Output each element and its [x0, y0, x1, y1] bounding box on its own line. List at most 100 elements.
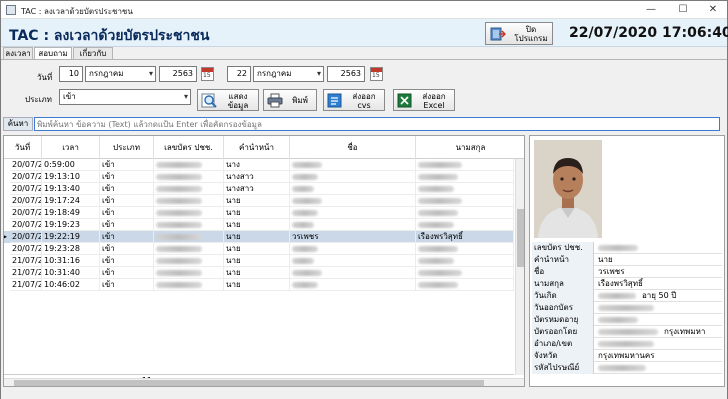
table-cell-first [290, 219, 416, 231]
table-row[interactable]: 20/07/256319:18:49เข้า นาย [4, 207, 514, 219]
from-day-field[interactable]: 10 [59, 66, 83, 82]
table-cell-type: เข้า [100, 207, 154, 219]
table-cell-id [154, 219, 224, 231]
table-cell-type: เข้า [100, 279, 154, 291]
window-title: TAC : ลงเวลาด้วยบัตรประชาชน [21, 7, 133, 16]
redacted-value [598, 245, 638, 251]
table-cell-first [290, 207, 416, 219]
redacted-value [418, 210, 458, 216]
column-header-prefix[interactable]: คำนำหน้า [224, 136, 290, 159]
table-cell-id [154, 159, 224, 171]
from-month-value: กรกฎาคม [89, 69, 124, 78]
type-select[interactable]: เข้า ▾ [59, 89, 191, 105]
table-row[interactable]: 20/07/256319:13:10เข้า นางสาว [4, 171, 514, 183]
detail-row: อำเภอ/เขต [532, 338, 722, 350]
to-month-select[interactable]: กรกฎาคม ▾ [253, 66, 324, 82]
table-cell-date: 20/07/2563 [10, 159, 42, 171]
window-titlebar[interactable]: TAC : ลงเวลาด้วยบัตรประชาชน — ☐ ✕ [1, 1, 727, 19]
maximize-button[interactable]: ☐ [668, 1, 698, 19]
detail-value [596, 314, 722, 326]
column-header-lastname[interactable]: นามสกุล [416, 136, 524, 159]
table-cell-prefix: นาย [224, 207, 290, 219]
table-row[interactable]: 21/07/256310:46:02เข้า นาย [4, 279, 514, 291]
column-header-firstname[interactable]: ชื่อ [290, 136, 416, 159]
to-day-field[interactable]: 22 [227, 66, 251, 82]
column-header-time[interactable]: เวลา [42, 136, 100, 159]
row-pointer-icon: ▸ [3, 232, 8, 241]
table-cell-date: 20/07/2563 [10, 219, 42, 231]
to-year-field[interactable]: 2563 [327, 66, 365, 82]
table-cell-id [154, 243, 224, 255]
table-row[interactable]: 21/07/256310:31:40เข้า นาย [4, 267, 514, 279]
table-row[interactable]: ▸20/07/256319:22:19เข้า นายวรเพชรเรืองพรว… [4, 231, 514, 243]
tab-about[interactable]: เกี่ยวกับ [73, 47, 113, 59]
redacted-value [292, 210, 318, 216]
close-program-button[interactable]: ปิด โปรแกรม [485, 22, 553, 45]
column-header-date[interactable]: วันที่ [4, 136, 42, 159]
detail-key: ชื่อ [532, 266, 594, 278]
export-excel-label: ส่งออก Excel [422, 92, 446, 110]
table-cell-prefix: นางสาว [224, 171, 290, 183]
minimize-button[interactable]: — [636, 1, 666, 19]
table-cell-date: 20/07/2563 [10, 183, 42, 195]
table-row[interactable]: 20/07/256319:19:23เข้า นาย [4, 219, 514, 231]
redacted-value [292, 258, 314, 264]
detail-value: กรุงเทพมหา [596, 326, 722, 338]
table-row[interactable]: 20/07/256319:13:40เข้า นางสาว [4, 183, 514, 195]
show-data-button[interactable]: แสดง ข้อมูล [197, 89, 259, 111]
calendar-icon[interactable]: 15 [201, 67, 214, 81]
table-cell-type: เข้า [100, 183, 154, 195]
magnifier-icon [201, 93, 217, 108]
table-cell-first [290, 183, 416, 195]
table-cell-first [290, 195, 416, 207]
table-cell-first [290, 243, 416, 255]
calendar-icon[interactable]: 15 [370, 67, 383, 81]
table-cell-time: 19:22:19 [42, 231, 100, 243]
table-row[interactable]: 21/07/256310:31:16เข้า นาย [4, 255, 514, 267]
date-label: วันที่ [37, 73, 53, 82]
detail-value: กรุงเทพมหานคร [598, 351, 655, 360]
detail-key: นามสกุล [532, 278, 594, 290]
table-cell-last [416, 243, 514, 255]
table-cell-date: 21/07/2563 [10, 267, 42, 279]
table-cell-prefix: นาย [224, 219, 290, 231]
printer-icon [267, 93, 283, 108]
close-program-label: ปิด โปรแกรม [514, 25, 548, 43]
table-row[interactable]: 20/07/256319:17:24เข้า นาย [4, 195, 514, 207]
export-excel-button[interactable]: ส่งออก Excel [393, 89, 455, 111]
detail-value-text: อายุ 50 ปี [642, 291, 677, 300]
chevron-down-icon: ▾ [316, 69, 321, 78]
redacted-value [156, 210, 202, 216]
table-cell-id [154, 231, 224, 243]
table-cell-id [154, 255, 224, 267]
from-month-select[interactable]: กรกฎาคม ▾ [85, 66, 156, 82]
horizontal-scrollbar[interactable] [4, 378, 524, 386]
table-cell-prefix: นาย [224, 243, 290, 255]
app-title: TAC : ลงเวลาด้วยบัตรประชาชน [9, 28, 210, 44]
table-cell-date: 21/07/2563 [10, 255, 42, 267]
table-header: วันที่ เวลา ประเภท เลขบัตร ปชช. คำนำหน้า… [4, 136, 524, 159]
redacted-value [598, 329, 658, 335]
table-row[interactable]: 20/07/25630:59:00เข้า นาง [4, 159, 514, 171]
print-button[interactable]: พิมพ์ [263, 89, 317, 111]
table-cell-last [416, 279, 514, 291]
search-input[interactable] [34, 117, 720, 131]
export-csv-button[interactable]: ส่งออก cvs [323, 89, 385, 111]
column-header-type[interactable]: ประเภท [100, 136, 154, 159]
table-cell-last [416, 219, 514, 231]
table-cell-first [290, 255, 416, 267]
detail-row: วันเกิด อายุ 50 ปี [532, 290, 722, 302]
detail-key: วันออกบัตร [532, 302, 594, 314]
table-cell-time: 19:23:28 [42, 243, 100, 255]
column-header-id[interactable]: เลขบัตร ปชช. [154, 136, 224, 159]
detail-value: นาย [598, 255, 613, 264]
vertical-scrollbar[interactable] [515, 159, 524, 375]
close-window-button[interactable]: ✕ [698, 1, 728, 19]
redacted-value [292, 222, 314, 228]
table-cell-type: เข้า [100, 171, 154, 183]
from-year-field[interactable]: 2563 [159, 66, 197, 82]
table-row[interactable]: 20/07/256319:23:28เข้า นาย [4, 243, 514, 255]
table-cell-id [154, 195, 224, 207]
tab-checkin[interactable]: ลงเวลา [3, 47, 33, 59]
filter-panel: วันที่ 10 กรกฎาคม ▾ 2563 15 22 กรกฎาคม ▾… [1, 59, 727, 115]
